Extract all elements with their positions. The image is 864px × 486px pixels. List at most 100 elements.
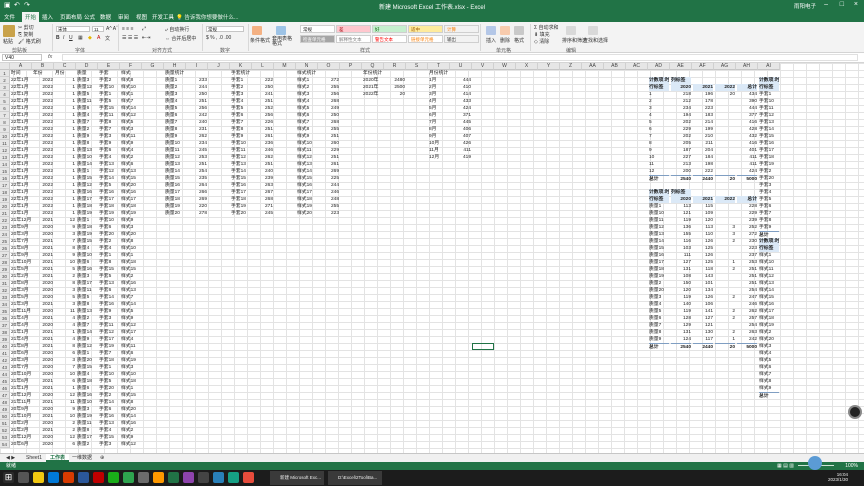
data-cell[interactable]: 7 — [55, 364, 75, 371]
pivot-month-cell[interactable]: 184 — [693, 154, 713, 161]
paste-button[interactable]: 粘贴 — [3, 38, 13, 45]
tab-data[interactable]: 数据 — [100, 13, 111, 21]
pivot-month-cell[interactable]: 200 — [671, 168, 691, 175]
data-cell[interactable]: 质量4 — [77, 112, 97, 119]
header-cell[interactable]: 月份 — [55, 70, 75, 77]
column-header[interactable]: AA — [582, 63, 604, 70]
data-cell[interactable]: 3 — [55, 231, 75, 238]
data-cell[interactable]: 22年1月 — [11, 133, 31, 140]
column-header[interactable]: E — [98, 63, 120, 70]
data-cell[interactable]: 1 — [55, 105, 75, 112]
data-cell[interactable]: 2021 — [33, 245, 53, 252]
style-summary-value[interactable]: 255 — [319, 84, 339, 91]
pivot-quality-cell[interactable]: 113 — [671, 203, 691, 210]
data-cell[interactable]: 质量18 — [77, 224, 97, 231]
data-cell[interactable]: 22年1月 — [11, 84, 31, 91]
data-cell[interactable]: 手套8 — [99, 119, 119, 126]
quality-summary-value[interactable]: 254 — [187, 168, 207, 175]
data-cell[interactable]: 质量10 — [77, 399, 97, 406]
row-header[interactable]: 10 — [0, 133, 10, 140]
pivot-quality-cell[interactable]: 2 — [715, 315, 735, 322]
glove-summary-label[interactable]: 手套6 — [231, 112, 251, 119]
data-cell[interactable]: 样式9 — [121, 315, 141, 322]
data-cell[interactable]: 手套3 — [99, 315, 119, 322]
pivot-quality-cell[interactable]: 251 — [737, 280, 757, 287]
data-cell[interactable]: 1 — [55, 147, 75, 154]
data-cell[interactable]: 2021 — [33, 273, 53, 280]
pivot-glove-cell[interactable]: 手套19 — [759, 161, 779, 168]
data-cell[interactable]: 样式9 — [121, 140, 141, 147]
pivot-month-total[interactable]: 5000 — [737, 175, 757, 182]
pivot-quality-cell[interactable]: 108 — [671, 273, 691, 280]
data-cell[interactable]: 4 — [55, 336, 75, 343]
pivot-quality-cell[interactable] — [715, 301, 735, 308]
pivot-quality-cell[interactable]: 155 — [671, 231, 691, 238]
pivot-glove-cell[interactable]: 手套6 — [759, 203, 779, 210]
data-cell[interactable]: 质量20 — [77, 357, 97, 364]
month-summary-label[interactable]: 4月 — [429, 98, 449, 105]
system-clock[interactable]: 16:04 2023/1/30 — [828, 472, 848, 482]
data-cell[interactable]: 样式3 — [121, 224, 141, 231]
data-cell[interactable]: 手套5 — [99, 378, 119, 385]
tell-me-search[interactable]: 💡 告诉我你想要做什么... — [176, 13, 238, 21]
glove-summary-label[interactable]: 手套12 — [231, 154, 251, 161]
data-cell[interactable]: 2022 — [33, 168, 53, 175]
data-cell[interactable]: 样式1 — [121, 91, 141, 98]
pivot-quality-cell[interactable] — [715, 203, 735, 210]
pivot-quality-cell[interactable]: 质量20 — [649, 287, 669, 294]
tab-view[interactable]: 视图 — [136, 13, 147, 21]
sheet-tab-sheet1[interactable]: Sheet1 — [22, 454, 46, 462]
pivot-style-cell[interactable]: 样式7 — [759, 371, 779, 378]
data-cell[interactable]: 样式9 — [121, 217, 141, 224]
pivot-quality-cell[interactable]: 127 — [693, 315, 713, 322]
glove-summary-value[interactable]: 268 — [253, 196, 273, 203]
style-summary-value[interactable]: 255 — [319, 126, 339, 133]
data-cell[interactable]: 质量17 — [77, 196, 97, 203]
data-cell[interactable]: 22年1月 — [11, 210, 31, 217]
quality-summary-label[interactable]: 质量8 — [165, 126, 185, 133]
row-header[interactable]: 1 — [0, 70, 10, 77]
data-cell[interactable]: 2020 — [33, 434, 53, 441]
tab-insert[interactable]: 插入 — [42, 13, 53, 21]
row-header[interactable]: 36 — [0, 315, 10, 322]
row-header[interactable]: 50 — [0, 413, 10, 420]
pivot-quality-cell[interactable] — [715, 210, 735, 217]
data-cell[interactable]: 质量10 — [77, 154, 97, 161]
data-cell[interactable]: 质量2 — [77, 315, 97, 322]
data-cell[interactable]: 手套1 — [99, 91, 119, 98]
data-cell[interactable]: 1 — [55, 119, 75, 126]
row-header[interactable]: 52 — [0, 427, 10, 434]
currency-icon[interactable]: $ % , .0 .00 — [206, 35, 231, 41]
data-cell[interactable]: 2020 — [33, 441, 53, 448]
data-cell[interactable]: 2020 — [33, 231, 53, 238]
glove-summary-label[interactable]: 手套3 — [231, 91, 251, 98]
data-cell[interactable]: 3 — [55, 301, 75, 308]
pivot-quality-cell[interactable]: 101 — [693, 280, 713, 287]
data-cell[interactable]: 样式17 — [121, 329, 141, 336]
pivot-glove-cell[interactable]: 手套3 — [759, 182, 779, 189]
data-cell[interactable]: 样式10 — [121, 245, 141, 252]
row-header[interactable]: 20 — [0, 203, 10, 210]
data-cell[interactable]: 2022 — [33, 84, 53, 91]
data-cell[interactable]: 质量16 — [77, 189, 97, 196]
style-summary-label[interactable]: 样式18 — [297, 196, 317, 203]
pivot-month-cell[interactable]: 3 — [649, 105, 669, 112]
data-cell[interactable]: 质量7 — [77, 322, 97, 329]
row-header[interactable]: 33 — [0, 294, 10, 301]
month-summary-label[interactable]: 9月 — [429, 133, 449, 140]
pivot-quality-cell[interactable] — [715, 245, 735, 252]
glove-summary-label[interactable]: 手套9 — [231, 133, 251, 140]
data-cell[interactable]: 样式4 — [121, 147, 141, 154]
data-cell[interactable]: 2020 — [33, 357, 53, 364]
pivot-quality-cell[interactable]: 262 — [737, 308, 757, 315]
data-cell[interactable]: 20年7月 — [11, 364, 31, 371]
pivot-month-cell[interactable]: 227 — [671, 154, 691, 161]
find-select-button[interactable]: 查找和选择 — [583, 37, 608, 44]
data-cell[interactable]: 3 — [55, 287, 75, 294]
quality-summary-label[interactable]: 质量10 — [165, 140, 185, 147]
data-cell[interactable]: 9 — [55, 252, 75, 259]
data-cell[interactable]: 质量19 — [77, 413, 97, 420]
data-cell[interactable]: 1 — [55, 175, 75, 182]
pivot-month-cell[interactable]: 214 — [693, 119, 713, 126]
style-summary-value[interactable]: 256 — [319, 91, 339, 98]
